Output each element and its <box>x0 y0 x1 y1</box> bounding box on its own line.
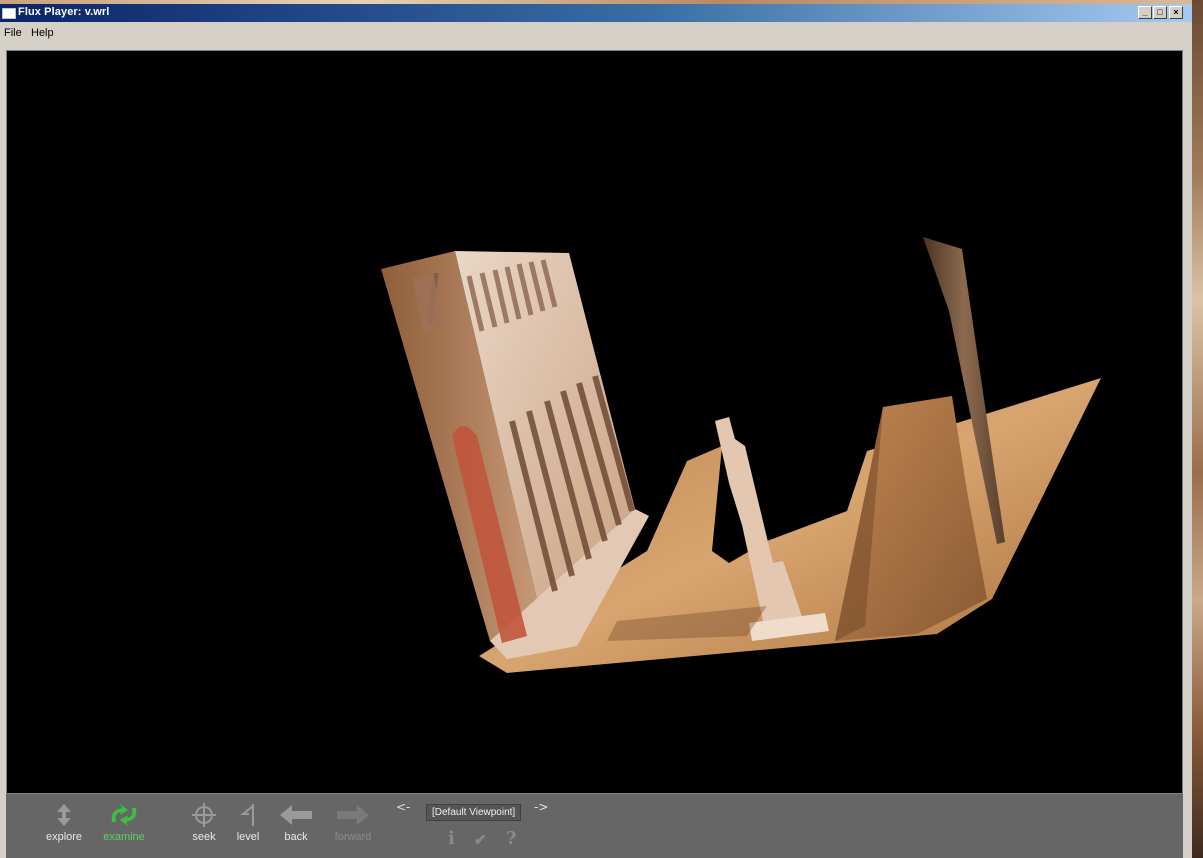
next-viewpoint-button[interactable]: -> <box>534 800 548 814</box>
menu-file[interactable]: File <box>4 27 22 39</box>
forward-arrow-icon <box>337 805 369 825</box>
level-icon <box>240 804 254 826</box>
seek-button[interactable]: seek <box>186 802 222 843</box>
app-icon <box>2 8 16 19</box>
back-label: back <box>284 831 308 843</box>
navigation-toolbar: explore examine seek level back forward … <box>6 794 1183 858</box>
level-label: level <box>236 831 260 843</box>
level-button[interactable]: level <box>230 802 266 843</box>
viewpoint-selector[interactable]: [Default Viewpoint] <box>426 804 522 821</box>
seek-icon <box>192 803 216 827</box>
menu-bar: File Help <box>0 24 1192 44</box>
explore-label: explore <box>45 831 83 843</box>
app-window: Flux Player: v.wrl _ □ × File Help explo… <box>0 4 1192 858</box>
back-button[interactable]: back <box>276 802 316 843</box>
forward-button[interactable]: forward <box>328 802 378 843</box>
scene-render <box>381 237 1101 673</box>
window-title: Flux Player: v.wrl <box>18 6 110 18</box>
forward-label: forward <box>334 831 372 843</box>
seek-label: seek <box>192 831 216 843</box>
minimize-button[interactable]: _ <box>1138 6 1152 19</box>
close-button[interactable]: × <box>1169 6 1183 19</box>
check-icon[interactable]: ✔ <box>474 831 487 849</box>
info-icon[interactable]: i <box>448 828 455 849</box>
back-arrow-icon <box>280 805 312 825</box>
examine-icon <box>111 804 137 826</box>
maximize-button[interactable]: □ <box>1153 6 1167 19</box>
prev-viewpoint-button[interactable]: <- <box>396 800 410 814</box>
examine-button[interactable]: examine <box>96 802 152 843</box>
title-bar[interactable]: Flux Player: v.wrl _ □ × <box>0 4 1192 22</box>
explore-button[interactable]: explore <box>42 802 86 843</box>
3d-viewport[interactable] <box>6 50 1183 794</box>
menu-help[interactable]: Help <box>31 27 54 39</box>
desktop-background-right <box>1192 0 1203 858</box>
examine-label: examine <box>103 831 145 843</box>
explore-icon <box>57 804 71 826</box>
info-icons-group: i ✔ ? <box>444 828 534 852</box>
help-icon[interactable]: ? <box>506 828 517 849</box>
